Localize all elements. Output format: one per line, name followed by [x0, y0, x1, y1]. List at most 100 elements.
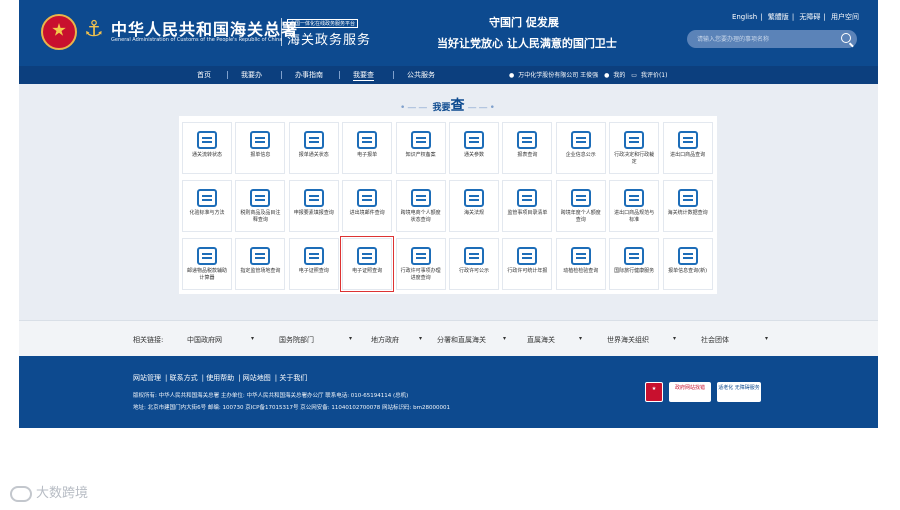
nav-do[interactable]: 我要办	[241, 70, 262, 80]
query-tile[interactable]: 化验标准与方法	[182, 180, 232, 232]
tile-label: 通关流转状态	[191, 152, 222, 158]
tile-label: 海关统计数据查询	[667, 210, 708, 216]
chevron-down-icon[interactable]: ▾	[251, 335, 254, 342]
search-doc-icon	[677, 247, 698, 265]
tile-label: 报单信息查询(新)	[668, 268, 708, 274]
query-tile[interactable]: 申报要素填报查询	[288, 180, 339, 232]
gov-error-report-badge[interactable]: 政府网站找错	[669, 382, 711, 402]
list-icon	[517, 189, 538, 207]
footer-link-help[interactable]: 使用帮助	[206, 374, 234, 382]
plant-icon	[570, 247, 591, 265]
top-link-user-space[interactable]: 用户空间	[828, 13, 862, 21]
query-tile[interactable]: 报单信息	[235, 122, 286, 174]
related-social-groups[interactable]: 社会团体	[701, 335, 729, 345]
search-icon[interactable]	[841, 33, 851, 43]
tile-label: 通关参数	[463, 152, 484, 158]
user-company[interactable]: 万中化学股份有限公司 王俊强	[518, 72, 598, 79]
top-links: English | 繁體版 | 无障碍 | 用户空间	[729, 12, 862, 22]
query-tile[interactable]: 知识产权备案	[395, 122, 446, 174]
title-decoration-right: ——•	[467, 103, 497, 113]
section-title: •—— 我要查 ——•	[19, 95, 878, 115]
query-tile[interactable]: 电子证照查询	[288, 238, 339, 290]
query-tile[interactable]: 通关参数	[449, 122, 499, 174]
site-header: ⚓ 中华人民共和国海关总署 General Administration of …	[19, 0, 878, 66]
query-tile[interactable]: 报单通关状态	[288, 122, 339, 174]
nav-public-service[interactable]: 公共服务	[407, 70, 435, 80]
related-branch-customs[interactable]: 分署和直属海关	[437, 335, 486, 345]
tile-label: 报单信息	[250, 152, 271, 158]
stats-icon	[677, 189, 698, 207]
query-tile[interactable]: 行政许可统计年报	[502, 238, 553, 290]
nav-query[interactable]: 我要查	[353, 70, 374, 81]
query-tile[interactable]: 邮递物品税款辅助计算器	[182, 238, 232, 290]
standards-icon	[624, 189, 645, 207]
nav-home[interactable]: 首页	[197, 70, 211, 80]
tile-label: 化验标准与方法	[189, 210, 225, 216]
related-local-gov[interactable]: 地方政府	[371, 335, 399, 345]
slogan-line-2: 当好让党放心 让人民满意的国门卫士	[437, 37, 617, 50]
query-tile[interactable]: 跨境年度个人额度查询	[555, 180, 606, 232]
chevron-down-icon[interactable]: ▾	[673, 335, 676, 342]
query-tile[interactable]: 税则商品及品目注释查询	[235, 180, 286, 232]
top-link-accessibility[interactable]: 无障碍	[796, 13, 823, 21]
tile-label: 电子报单	[357, 152, 378, 158]
related-links-label: 相关链接:	[133, 336, 164, 344]
license-search-icon	[357, 247, 378, 265]
query-tile[interactable]: 国际旅行健康服务	[609, 238, 660, 290]
query-tile[interactable]: 报单信息查询(新)	[662, 238, 713, 290]
related-direct-customs[interactable]: 直属海关	[527, 335, 555, 345]
query-tile[interactable]: 海关统计数据查询	[662, 180, 713, 232]
chevron-down-icon[interactable]: ▾	[349, 335, 352, 342]
query-tile[interactable]: 进出口商品规范与标准	[609, 180, 660, 232]
query-tile[interactable]: 进出口商品查询	[662, 122, 713, 174]
watermark-text: 大数跨境	[36, 486, 89, 501]
table-icon	[303, 189, 324, 207]
footer-link-sitemap[interactable]: 网站地图	[243, 374, 271, 382]
user-review[interactable]: 我评价(1)	[641, 72, 668, 79]
footer-link-contact[interactable]: 联系方式	[170, 374, 198, 382]
sliders-icon	[464, 131, 484, 149]
related-wco[interactable]: 世界海关组织	[607, 335, 649, 345]
query-tile[interactable]: 行政许可事项办理进度查询	[395, 238, 446, 290]
query-tile[interactable]: 进出境邮件查询	[342, 180, 393, 232]
tile-label: 企业信息公示	[565, 152, 596, 158]
query-tile[interactable]: 通关流转状态	[182, 122, 232, 174]
footer-link-site-admin[interactable]: 网站管理	[133, 374, 161, 382]
title-decoration-left: •——	[400, 103, 430, 113]
related-gov[interactable]: 中国政府网	[187, 335, 222, 345]
query-tile[interactable]: 监管事项目录清单	[502, 180, 553, 232]
related-links-bar: 相关链接: 中国政府网 ▾ 国务院部门 ▾ 地方政府 ▾ 分署和直属海关 ▾ 直…	[19, 320, 878, 356]
footer-copyright: 版权所有: 中华人民共和国海关总署 主办单位: 中华人民共和国海关总署办公厅 联…	[133, 393, 409, 399]
search-input[interactable]: 请输入您要办理的事项名称	[687, 30, 857, 48]
nav-guide[interactable]: 办事指南	[295, 70, 323, 80]
chevron-down-icon[interactable]: ▾	[503, 335, 506, 342]
query-tile[interactable]: 行政决定和行政裁定	[609, 122, 660, 174]
agency-subtitle: General Administration of Customs of the…	[111, 37, 283, 43]
query-tile[interactable]: 跨境电商个人额度状态查询	[395, 180, 446, 232]
top-link-english[interactable]: English	[729, 13, 760, 21]
top-link-traditional[interactable]: 繁體版	[765, 13, 792, 21]
footer-link-about[interactable]: 关于我们	[279, 374, 307, 382]
query-tile[interactable]: 行政许可公示	[449, 238, 499, 290]
query-tile[interactable]: 报表查询	[502, 122, 553, 174]
query-tile[interactable]: 电子报单	[342, 122, 393, 174]
tile-label: 监管事项目录清单	[507, 210, 548, 216]
chevron-down-icon[interactable]: ▾	[579, 335, 582, 342]
party-badge-icon[interactable]: ★	[645, 382, 663, 402]
query-tile[interactable]: 电子证照查询	[340, 236, 395, 292]
query-tile[interactable]: 企业信息公示	[555, 122, 606, 174]
query-tile[interactable]: 动植检检验查询	[555, 238, 606, 290]
printer-icon	[250, 131, 271, 149]
accessibility-badge[interactable]: 适老化 无障碍服务	[717, 382, 761, 402]
related-state-council[interactable]: 国务院部门	[279, 335, 314, 345]
chevron-down-icon[interactable]: ▾	[765, 335, 768, 342]
main-nav: 首页 我要办 办事指南 我要查 公共服务 ● 万中化学股份有限公司 王俊强 ● 我的…	[19, 66, 878, 84]
tile-label: 邮递物品税款辅助计算器	[186, 268, 227, 281]
user-mine[interactable]: 我的	[613, 72, 625, 79]
review-icon: ▭	[631, 72, 637, 79]
query-tile[interactable]: 海关法规	[449, 180, 499, 232]
tile-label: 跨境年度个人额度查询	[560, 210, 601, 223]
query-tile[interactable]: 指定监管场地查询	[235, 238, 286, 290]
tile-label: 进出口商品规范与标准	[614, 210, 655, 223]
chevron-down-icon[interactable]: ▾	[419, 335, 422, 342]
